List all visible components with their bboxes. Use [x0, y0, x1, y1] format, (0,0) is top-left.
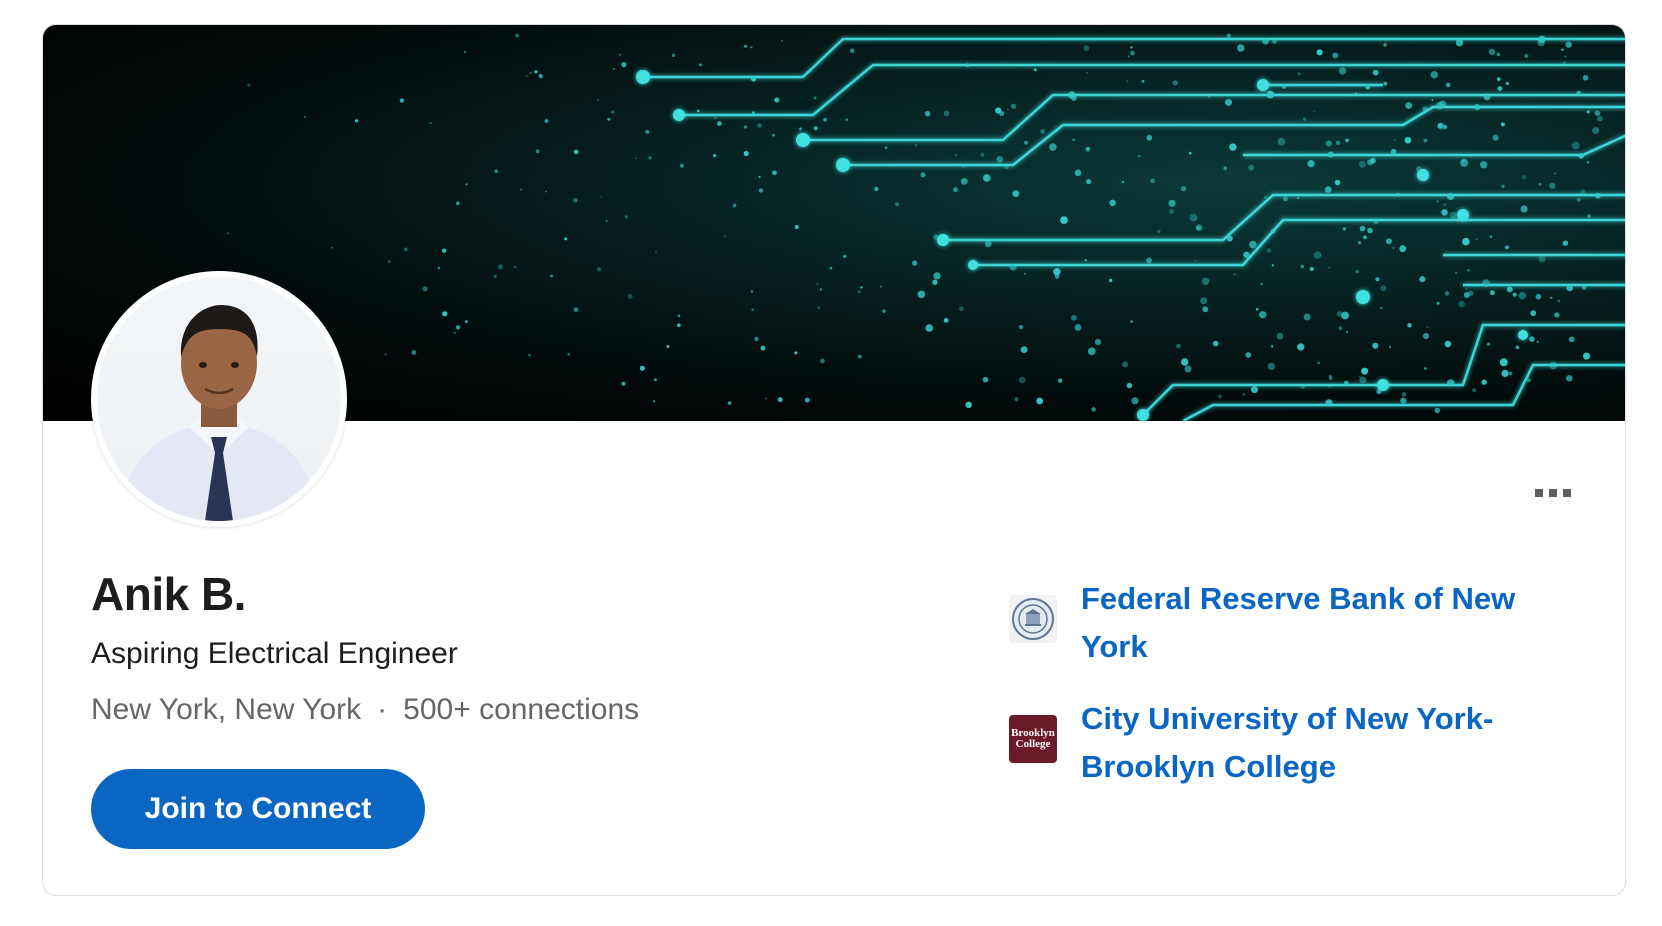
join-to-connect-button[interactable]: Join to Connect: [91, 769, 425, 849]
org-name-brooklyn-college[interactable]: City University of New York-Brooklyn Col…: [1081, 695, 1551, 791]
profile-meta: New York, New York · 500+ connections: [91, 693, 639, 727]
org-name-frb[interactable]: Federal Reserve Bank of New York: [1081, 575, 1551, 671]
experience-org-link[interactable]: Federal Reserve Bank of New York: [1009, 575, 1551, 671]
frb-seal-icon: [1009, 595, 1057, 643]
profile-avatar[interactable]: [91, 271, 347, 527]
brooklyn-college-logo-text: Brooklyn College: [1011, 727, 1055, 750]
profile-card: Anik B. Aspiring Electrical Engineer New…: [42, 24, 1626, 896]
profile-photo: [97, 277, 341, 521]
brooklyn-college-logo: Brooklyn College: [1009, 715, 1057, 763]
profile-name: Anik B.: [91, 568, 246, 620]
education-org-link[interactable]: Brooklyn College City University of New …: [1009, 695, 1551, 791]
more-horizontal-icon: [1535, 489, 1543, 497]
profile-location: New York, New York: [91, 693, 362, 726]
profile-connections: 500+ connections: [403, 693, 640, 726]
more-options-button[interactable]: [1523, 473, 1583, 513]
meta-separator: ·: [377, 693, 388, 726]
profile-headline: Aspiring Electrical Engineer: [91, 637, 458, 670]
